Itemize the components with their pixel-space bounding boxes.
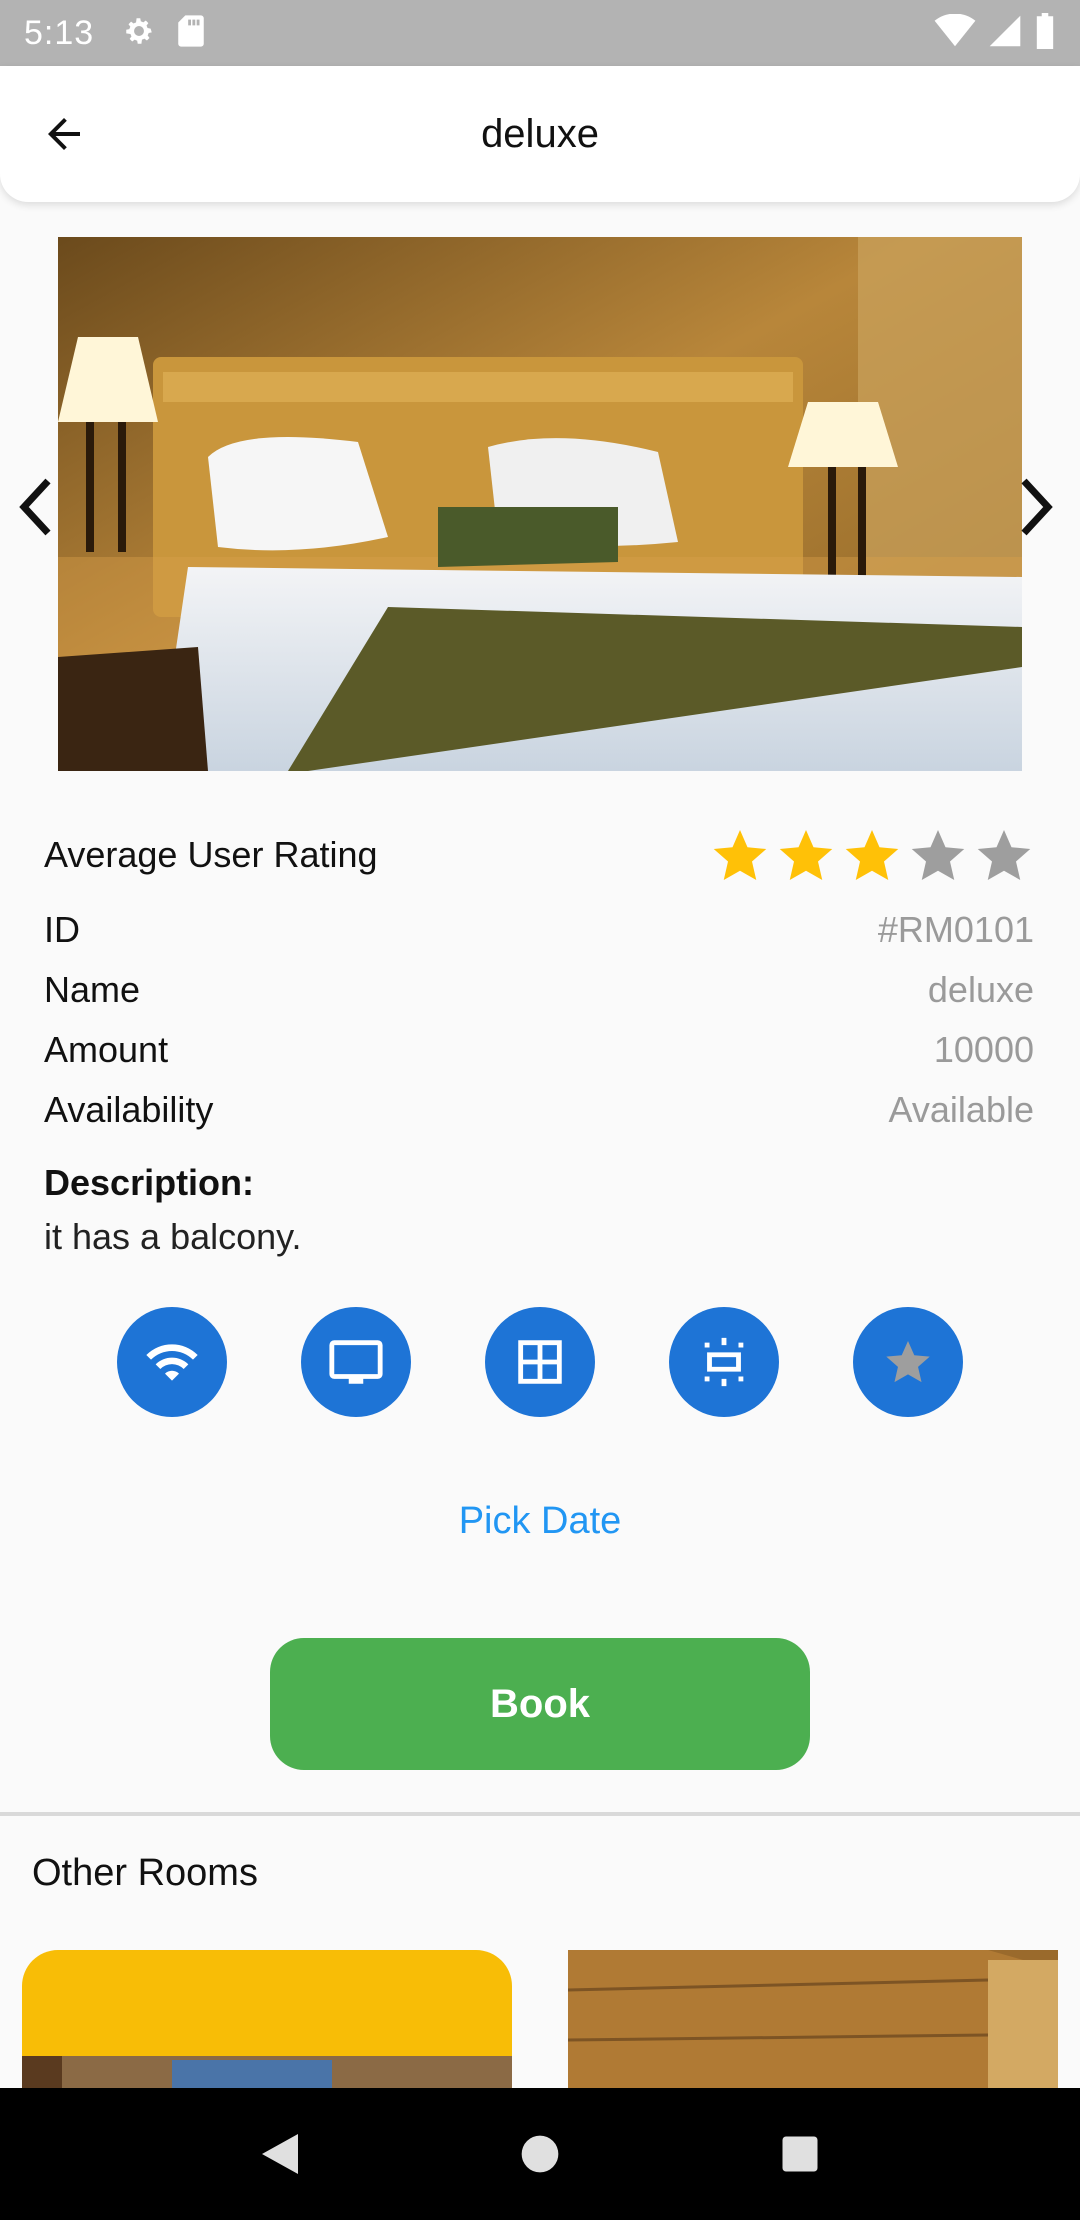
star-empty-icon bbox=[911, 830, 965, 880]
detail-key: Availability bbox=[44, 1089, 214, 1130]
star-filled-icon bbox=[713, 830, 767, 880]
settings-icon bbox=[122, 14, 156, 53]
section-divider bbox=[0, 1812, 1080, 1816]
carousel-next-button[interactable] bbox=[1012, 477, 1060, 537]
detail-key: ID bbox=[44, 909, 80, 950]
square-recents-icon bbox=[782, 2136, 818, 2172]
tv-icon bbox=[329, 1340, 383, 1384]
wifi-signal-icon bbox=[934, 13, 976, 53]
other-room-card[interactable] bbox=[568, 1950, 1058, 2088]
room-image-carousel[interactable] bbox=[0, 237, 1080, 771]
chevron-right-icon bbox=[1021, 478, 1053, 536]
pick-date-button[interactable]: Pick Date bbox=[0, 1500, 1080, 1543]
status-bar: 5:13 bbox=[0, 0, 1080, 66]
detail-value: 10000 bbox=[933, 1029, 1034, 1070]
detail-value: #RM0101 bbox=[877, 909, 1034, 950]
window-icon bbox=[518, 1340, 562, 1384]
rating-label: Average User Rating bbox=[44, 834, 378, 875]
carousel-prev-button[interactable] bbox=[12, 477, 60, 537]
other-rooms-title: Other Rooms bbox=[32, 1852, 258, 1894]
star-icon bbox=[886, 1341, 930, 1383]
star-rating bbox=[710, 825, 1034, 885]
cell-signal-icon bbox=[988, 14, 1022, 53]
detail-key: Amount bbox=[44, 1029, 169, 1070]
detail-row-id: ID #RM0101 bbox=[44, 902, 1034, 958]
battery-icon bbox=[1034, 12, 1056, 54]
app-bar: deluxe bbox=[0, 66, 1080, 202]
page-title: deluxe bbox=[481, 111, 599, 156]
detail-row-availability: Availability Available bbox=[44, 1082, 1034, 1138]
detail-key: Name bbox=[44, 969, 141, 1010]
detail-value: deluxe bbox=[927, 969, 1034, 1010]
nav-home-button[interactable] bbox=[510, 2124, 570, 2184]
room-thumbnail bbox=[568, 1950, 1058, 2088]
air-conditioner-icon bbox=[704, 1337, 744, 1387]
amenities-list bbox=[117, 1307, 963, 1417]
other-room-card[interactable] bbox=[22, 1950, 512, 2088]
triangle-back-icon bbox=[262, 2134, 298, 2174]
amenity-window[interactable] bbox=[485, 1307, 595, 1417]
description-text: it has a balcony. bbox=[44, 1216, 302, 1257]
circle-home-icon bbox=[521, 2135, 559, 2173]
rating-row: Average User Rating bbox=[44, 820, 1034, 890]
description-title: Description: bbox=[44, 1162, 255, 1203]
amenity-star[interactable] bbox=[853, 1307, 963, 1417]
nav-recents-button[interactable] bbox=[770, 2124, 830, 2184]
detail-value: Available bbox=[888, 1089, 1034, 1130]
amenity-wifi[interactable] bbox=[117, 1307, 227, 1417]
amenity-air-conditioner[interactable] bbox=[669, 1307, 779, 1417]
status-time: 5:13 bbox=[24, 13, 95, 52]
room-thumbnail bbox=[22, 2056, 512, 2088]
nav-back-button[interactable] bbox=[250, 2124, 310, 2184]
star-filled-icon bbox=[779, 830, 833, 880]
wifi-icon bbox=[146, 1344, 198, 1381]
detail-row-name: Name deluxe bbox=[44, 962, 1034, 1018]
system-nav-bar bbox=[0, 2088, 1080, 2220]
sd-card-icon bbox=[176, 14, 206, 53]
star-empty-icon bbox=[977, 830, 1031, 880]
amenity-tv[interactable] bbox=[301, 1307, 411, 1417]
back-button[interactable] bbox=[36, 106, 92, 162]
room-photo bbox=[58, 237, 1022, 771]
book-button[interactable]: Book bbox=[270, 1638, 810, 1770]
detail-row-amount: Amount 10000 bbox=[44, 1022, 1034, 1078]
star-filled-icon bbox=[845, 830, 899, 880]
chevron-left-icon bbox=[19, 478, 51, 536]
arrow-left-icon bbox=[48, 118, 80, 150]
